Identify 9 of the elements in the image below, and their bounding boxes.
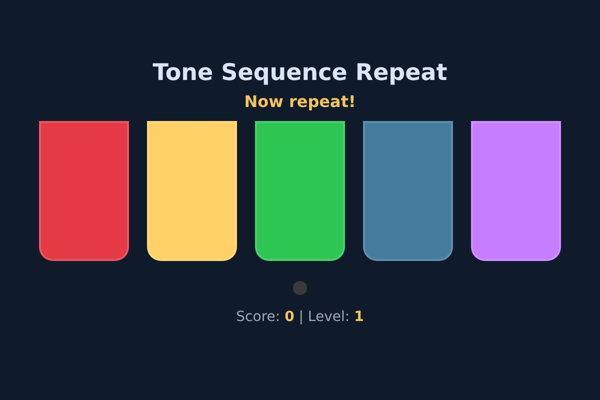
score-text: Score: 0 | Level: 1 (236, 308, 364, 326)
status-message: Now repeat! (244, 92, 356, 112)
color-pad[interactable] (471, 121, 561, 261)
color-pad[interactable] (363, 121, 453, 261)
game-title: Tone Sequence Repeat (152, 59, 448, 88)
color-pad[interactable] (147, 121, 237, 261)
indicator-dot-icon (293, 281, 307, 295)
color-pad[interactable] (255, 121, 345, 261)
color-pad[interactable] (39, 121, 129, 261)
